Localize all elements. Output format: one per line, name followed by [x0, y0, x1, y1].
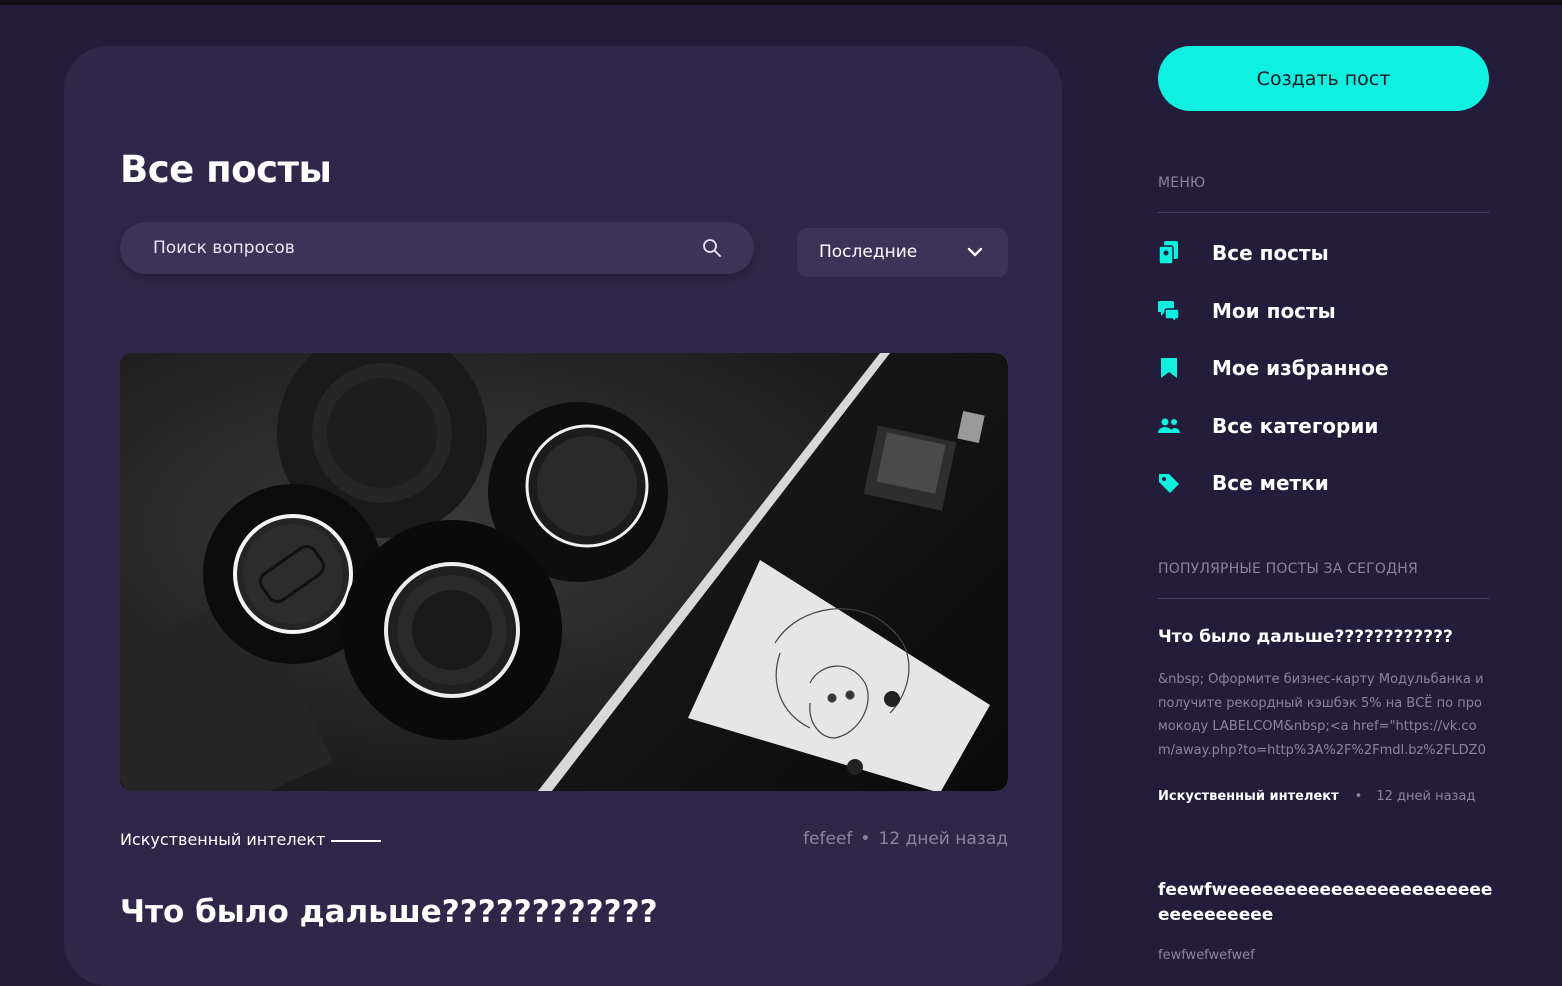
sidebar-item-label: Мои посты	[1212, 299, 1336, 323]
search-box[interactable]	[120, 222, 754, 274]
chevron-down-icon	[967, 247, 983, 257]
post-author[interactable]: fefeef	[803, 829, 852, 849]
window-top-edge	[0, 0, 1562, 5]
post-title-link[interactable]: Что было дальше????????????	[120, 894, 658, 930]
popular-divider	[1158, 598, 1489, 599]
post-author-time: fefeef • 12 дней назад	[803, 829, 1008, 849]
popular-post-title-link[interactable]: feewfweeeeeeeeeeeeeeeeeeeeeeeeeeeeeeeee	[1158, 878, 1493, 928]
search-input[interactable]	[142, 222, 702, 274]
sidebar-item-label: Все метки	[1212, 471, 1329, 495]
sidebar-item-label: Все категории	[1212, 414, 1379, 438]
popular-post-category-link[interactable]: Искуственный интелект	[1158, 789, 1339, 804]
post-cover-image[interactable]	[120, 353, 1008, 791]
camera-lenses-photo	[120, 353, 1008, 791]
post-category-link[interactable]: Искуственный интелект	[120, 830, 325, 849]
sidebar-item-my-posts[interactable]: Мои посты	[1158, 295, 1489, 327]
separator-dot: •	[860, 829, 871, 849]
popular-post-excerpt: &nbsp; Оформите бизнес-карту Модульбанка…	[1158, 672, 1486, 758]
sidebar-item-favorites[interactable]: Мое избранное	[1158, 352, 1489, 384]
menu-heading: МЕНЮ	[1158, 175, 1206, 191]
posts-icon	[1158, 241, 1178, 265]
post-meta: Искуственный интелект fefeef • 12 дней наз…	[120, 828, 1008, 852]
sort-selected-value: Последние	[819, 242, 918, 262]
sidebar-item-tags[interactable]: Все метки	[1158, 467, 1489, 499]
sidebar-item-all-posts[interactable]: Все посты	[1158, 237, 1489, 269]
users-icon	[1158, 418, 1180, 433]
popular-heading: ПОПУЛЯРНЫЕ ПОСТЫ ЗА СЕГОДНЯ	[1158, 561, 1418, 577]
sort-select[interactable]: Последние	[797, 228, 1008, 277]
sidebar-item-categories[interactable]: Все категории	[1158, 410, 1489, 442]
sidebar-item-label: Мое избранное	[1212, 356, 1389, 380]
category-underline	[331, 840, 381, 842]
sidebar-item-label: Все посты	[1212, 241, 1329, 265]
popular-post-meta: Искуственный интелект • 12 дней назад	[1158, 789, 1475, 804]
chat-icon	[1158, 301, 1180, 323]
bookmark-icon	[1161, 358, 1177, 378]
separator-dot: •	[1354, 789, 1363, 804]
search-icon[interactable]	[702, 238, 722, 258]
popular-post-time: 12 дней назад	[1376, 789, 1476, 804]
main-content-card: Все посты Последние	[64, 46, 1062, 986]
menu-divider	[1158, 212, 1489, 213]
popular-post-excerpt: fewfwefwefwef	[1158, 948, 1255, 963]
page-title: Все посты	[120, 148, 332, 191]
create-post-button[interactable]: Создать пост	[1158, 46, 1489, 111]
post-time: 12 дней назад	[878, 829, 1008, 849]
tag-icon	[1159, 474, 1179, 493]
popular-post-title-link[interactable]: Что было дальше????????????	[1158, 625, 1493, 650]
